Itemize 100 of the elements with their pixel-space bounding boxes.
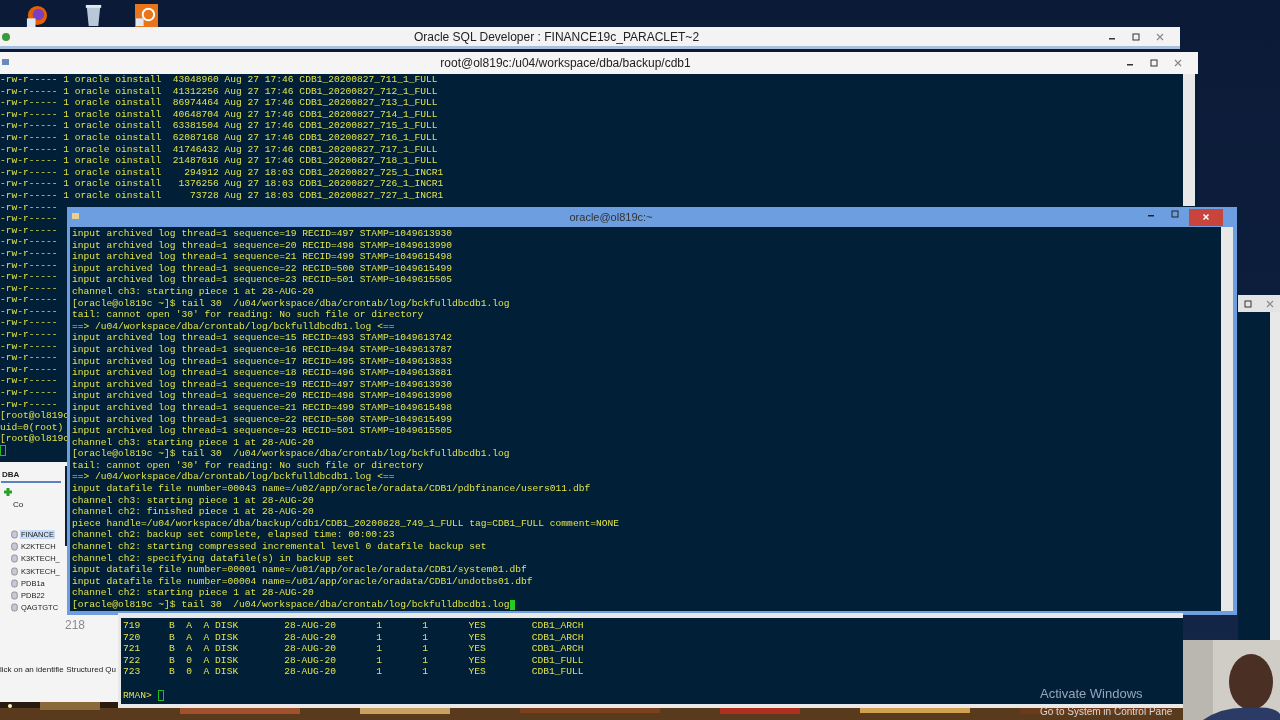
terminal-line: channel ch2: starting compressed incremental level 0 datafile backup set [72,541,487,553]
terminal-icon [1,58,11,68]
close-icon[interactable] [1155,31,1165,42]
app-shortcut-icon[interactable] [135,4,158,27]
terminal-line: -rw-r----- 1 oracle oinstall 63381504 Aug 27 17:46 CDB1_20200827_715_1_FULL [0,120,438,132]
terminal-line: -rw-r----- [0,363,58,376]
terminal-line: -rw-r----- [0,224,58,237]
maximize-icon[interactable] [1149,58,1159,68]
terminal-line: -rw-r----- 1 oracle oinstall 21487616 Aug 27 17:46 CDB1_20200827_718_1_FULL [0,155,438,167]
terminal-line: channel ch3: starting piece 1 at 28-AUG-20 [72,494,314,507]
activation-title: Activate Windows [1040,686,1144,701]
terminal-line: -rw-r----- [0,213,58,225]
browser-icon[interactable] [25,4,48,27]
terminal-line: input archived log thread=1 sequence=19 RECID=497 STAMP=1049613930 [72,228,452,240]
terminal-line: 721 B A A DISK 28-AUG-20 1 1 YES CDB1_ARCH [123,643,585,655]
terminal-line: -rw-r----- [0,340,58,353]
terminal-prompt: RMAN> [123,689,152,702]
terminal-line: ==> /u04/workspace/dba/crontab/log/bckfulldbcdb1.log <== [72,320,395,333]
panel-tab[interactable]: Structured Qu [66,665,118,674]
terminal-line: input archived log thread=1 sequence=23 RECID=501 STAMP=1049615505 [72,274,452,286]
cursor-icon [509,599,515,610]
terminal-line: input datafile file number=00043 name=/u02/app/oracle/oradata/CDB1/pdbfinance/users011.dbf [72,483,591,495]
terminal-line: input archived log thread=1 sequence=22 RECID=500 STAMP=1049615499 [72,262,452,275]
terminal-line: input datafile file number=00001 name=/u01/app/oracle/oradata/CDB1/system01.dbf [72,564,527,576]
terminal-line: -rw-r----- [0,375,58,388]
terminal-icon [71,212,81,222]
column-header: Co [13,500,25,509]
close-icon [1201,212,1211,222]
terminal-line: channel ch3: starting piece 1 at 28-AUG-20 [72,285,314,298]
status-text: lick on an identifie [0,665,64,674]
terminal-line: -rw-r----- [0,294,58,306]
terminal-line: -rw-r----- 1 oracle oinstall 73728 Aug 27 18:03 CDB1_20200827_727_1_INCR1 [0,189,444,202]
terminal-line: 722 B 0 A DISK 28-AUG-20 1 1 YES CDB1_FULL [123,654,585,667]
scrollbar[interactable] [1270,312,1280,640]
scrollbar[interactable] [1221,227,1233,611]
terminal-line: -rw-r----- 1 oracle oinstall 62087168 Aug 27 17:46 CDB1_20200827_716_1_FULL [0,131,438,144]
terminal-line: -rw-r----- [0,317,58,330]
terminal-line: -rw-r----- [0,259,58,272]
terminal-line: input archived log thread=1 sequence=23 RECID=501 STAMP=1049615505 [72,425,452,437]
terminal-line: -rw-r----- [0,398,58,411]
cursor-icon [157,689,164,701]
close-button[interactable] [1189,208,1223,226]
terminal-line: [oracle@ol819c ~]$ tail 30 /u04/workspace/dba/crontab/log/bckfulldbcdb1.log [72,599,510,611]
terminal-line: -rw-r----- 1 oracle oinstall 1376256 Aug 27 18:03 CDB1_20200827_726_1_INCR1 [0,178,444,190]
terminal-line: 719 B A A DISK 28-AUG-20 1 1 YES CDB1_ARCH [123,620,585,632]
terminal-line: channel ch2: backup set complete, elapsed time: 00:00:23 [72,529,395,542]
cursor-icon [0,445,6,456]
terminal-line: input archived log thread=1 sequence=22 RECID=500 STAMP=1049615499 [72,413,452,426]
terminal-line: piece handle=/u04/workspace/dba/backup/cdb1/CDB1_20200828_749_1_FULL tag=CDB1_FULL comment=NONE [72,517,619,530]
window-title: Oracle SQL Developer : FINANCE19c_PARACLET~2 [412,29,701,44]
terminal-line: tail: cannot open '30' for reading: No such file or directory [72,309,424,321]
terminal-line: -rw-r----- [0,282,58,295]
terminal-line: channel ch2: finished piece 1 at 28-AUG-20 [72,506,314,518]
terminal-line: channel ch2: specifying datafile(s) in backup set [72,552,355,565]
terminal-line: input datafile file number=00004 name=/u01/app/oracle/oradata/CDB1/undotbs01.dbf [72,575,533,588]
terminal-line: -rw-r----- [0,352,58,364]
terminal-line: -rw-r----- 1 oracle oinstall 41312256 Aug 27 17:46 CDB1_20200827_712_1_FULL [0,85,438,98]
scrollbar[interactable] [1183,74,1195,206]
terminal-line: channel ch2: starting piece 1 at 28-AUG-20 [72,587,314,599]
terminal-line: -rw-r----- [0,387,58,399]
terminal-line: -rw-r----- [0,236,58,248]
terminal-line: 720 B A A DISK 28-AUG-20 1 1 YES CDB1_ARCH [123,631,585,644]
terminal-line: uid=0(root) [0,421,64,434]
terminal-line: channel ch3: starting piece 1 at 28-AUG-20 [72,436,314,449]
add-icon[interactable] [3,487,13,497]
close-icon[interactable] [1265,298,1275,309]
terminal-line: input archived log thread=1 sequence=21 RECID=499 STAMP=1049615498 [72,251,452,263]
window-title: root@ol819c:/u04/workspace/dba/backup/cdb1 [439,56,692,70]
terminal-line: [oracle@ol819c ~]$ tail 30 /u04/workspace/dba/crontab/log/bckfulldbcdb1.log [72,297,510,310]
terminal-line: -rw-r----- 1 oracle oinstall 43048960 Aug 27 17:46 CDB1_20200827_711_1_FULL [0,74,438,86]
activation-text: Go to System in Control Pane [1040,706,1173,717]
terminal-line: [oracle@ol819c ~]$ tail 30 /u04/workspace/dba/crontab/log/bckfulldbcdb1.log [72,448,510,460]
terminal-line: [root@ol819c [0,410,70,422]
maximize-icon[interactable] [1170,208,1180,219]
terminal-line: -rw-r----- [0,305,58,318]
terminal-line: -rw-r----- [0,271,58,283]
terminal-line: ==> /u04/workspace/dba/crontab/log/bckfulldbcdb1.log <== [72,471,395,484]
terminal-line: -rw-r----- 1 oracle oinstall 294912 Aug 27 18:03 CDB1_20200827_725_1_INCR1 [0,166,444,179]
terminal-line: input archived log thread=1 sequence=16 RECID=494 STAMP=1049613787 [72,343,452,356]
terminal-line: tail: cannot open '30' for reading: No such file or directory [72,459,424,472]
close-icon[interactable] [1173,58,1183,68]
terminal-line: -rw-r----- [0,247,58,260]
terminal-line: input archived log thread=1 sequence=21 RECID=499 STAMP=1049615498 [72,401,452,414]
terminal-line: 723 B 0 A DISK 28-AUG-20 1 1 YES CDB1_FULL [123,666,585,678]
terminal-line: -rw-r----- 1 oracle oinstall 40648704 Aug 27 17:46 CDB1_20200827_714_1_FULL [0,108,438,121]
maximize-icon[interactable] [1243,298,1253,309]
terminal-line: -rw-r----- [0,329,58,341]
terminal-line: input archived log thread=1 sequence=17 RECID=495 STAMP=1049613833 [72,355,452,368]
terminal-line: input archived log thread=1 sequence=15 RECID=493 STAMP=1049613742 [72,332,452,344]
app-icon [1,31,11,42]
terminal-line: input archived log thread=1 sequence=20 RECID=498 STAMP=1049613990 [72,239,452,252]
maximize-icon[interactable] [1131,31,1141,42]
terminal-line: input archived log thread=1 sequence=19 RECID=497 STAMP=1049613930 [72,378,452,391]
terminal-line: -rw-r----- 1 oracle oinstall 86974464 Aug 27 17:46 CDB1_20200827_713_1_FULL [0,97,438,109]
terminal-line: [root@ol819c [0,433,70,445]
terminal-line: -rw-r----- 1 oracle oinstall 41746432 Aug 27 17:46 CDB1_20200827_717_1_FULL [0,143,438,156]
terminal-line: input archived log thread=1 sequence=20 RECID=498 STAMP=1049613990 [72,390,452,402]
terminal-line: input archived log thread=1 sequence=18 RECID=496 STAMP=1049613881 [72,367,452,379]
terminal-line: -rw-r----- [0,201,58,214]
window-title: oracle@ol819c:~ [568,211,654,223]
